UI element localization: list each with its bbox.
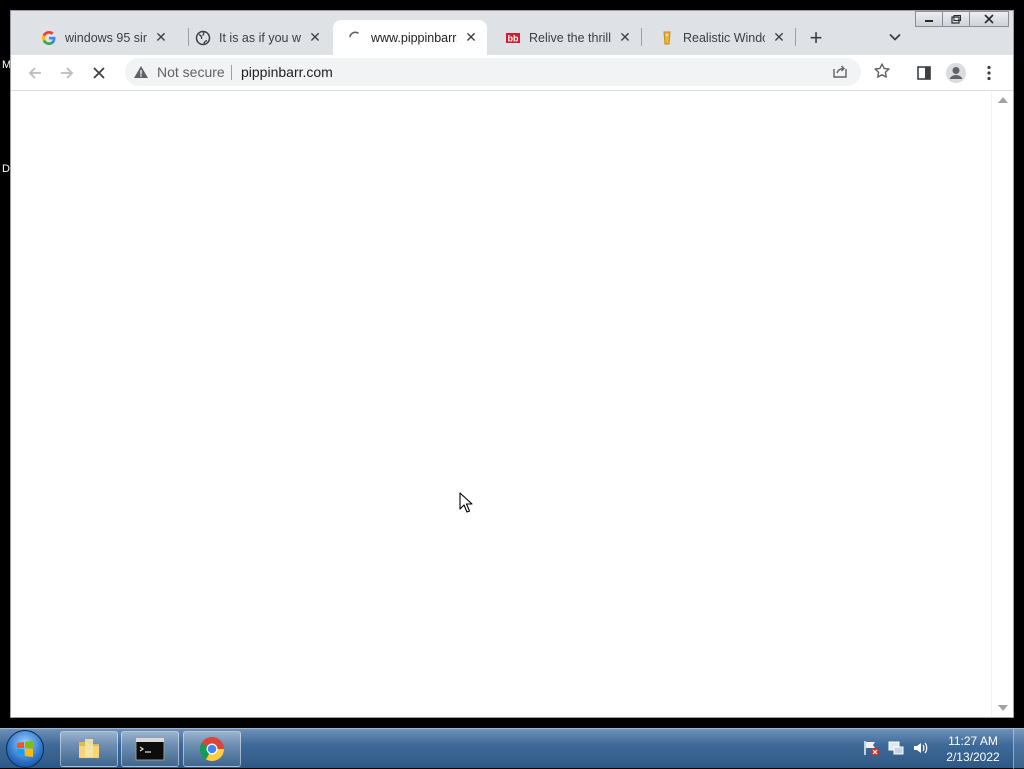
omnibox-divider bbox=[231, 65, 232, 80]
browser-toolbar: Not secure pippinbarr.com bbox=[11, 55, 1013, 90]
tab-separator bbox=[641, 28, 642, 46]
loading-spinner-icon bbox=[347, 30, 363, 46]
taskbar-chrome[interactable] bbox=[183, 731, 241, 767]
bookmark-star-icon[interactable] bbox=[873, 62, 891, 85]
gold-tag-icon bbox=[659, 30, 675, 46]
tab-title: www.pippinbarr. bbox=[371, 30, 457, 45]
scroll-down-arrow-icon[interactable] bbox=[998, 705, 1008, 711]
vertical-scrollbar[interactable] bbox=[991, 91, 1013, 717]
side-panel-button[interactable] bbox=[910, 59, 938, 87]
share-icon[interactable] bbox=[831, 62, 849, 85]
tab-title: It is as if you wer bbox=[219, 30, 301, 45]
bb-logo-icon: bb bbox=[505, 30, 521, 46]
window-controls bbox=[915, 11, 1009, 27]
tab-separator bbox=[795, 28, 796, 46]
close-window-button[interactable] bbox=[969, 11, 1009, 27]
system-clock[interactable]: 11:27 AM 2/13/2022 bbox=[936, 733, 1010, 765]
system-tray bbox=[862, 739, 930, 757]
tab-relive-thrill[interactable]: bb Relive the thrill o ✕ bbox=[491, 20, 641, 55]
close-icon[interactable]: ✕ bbox=[307, 29, 323, 46]
close-icon bbox=[984, 14, 994, 24]
taskbar-file-explorer[interactable] bbox=[60, 731, 118, 767]
tab-as-if[interactable]: It is as if you wer ✕ bbox=[181, 20, 331, 55]
cmd-icon bbox=[135, 737, 165, 761]
minimize-button[interactable] bbox=[915, 11, 943, 27]
security-status[interactable]: Not secure bbox=[157, 64, 225, 80]
taskbar-command-prompt[interactable] bbox=[121, 731, 179, 767]
stop-loading-button[interactable] bbox=[85, 59, 113, 87]
desktop-icon-label: D bbox=[2, 163, 10, 175]
tab-title: Relive the thrill o bbox=[529, 30, 611, 45]
scroll-up-arrow-icon[interactable] bbox=[998, 97, 1008, 103]
tab-realistic-window[interactable]: Realistic Window ✕ bbox=[645, 20, 795, 55]
chrome-icon bbox=[199, 737, 224, 762]
tab-pippinbarr[interactable]: www.pippinbarr. ✕ bbox=[333, 20, 487, 55]
network-icon[interactable] bbox=[887, 739, 905, 757]
windows-logo-icon bbox=[17, 741, 33, 757]
folder-icon bbox=[79, 739, 99, 758]
tab-search-button[interactable] bbox=[883, 25, 907, 49]
forward-button[interactable] bbox=[53, 59, 81, 87]
close-icon[interactable]: ✕ bbox=[153, 29, 169, 46]
profile-button[interactable] bbox=[942, 59, 970, 87]
svg-text:bb: bb bbox=[508, 33, 519, 43]
action-center-flag-icon[interactable] bbox=[862, 739, 880, 757]
mouse-cursor-icon bbox=[459, 492, 473, 513]
browser-window: windows 95 simu ✕ It is as if you wer ✕ … bbox=[10, 10, 1014, 718]
warning-icon[interactable] bbox=[133, 64, 149, 85]
globe-icon bbox=[195, 30, 211, 46]
close-icon[interactable]: ✕ bbox=[463, 29, 479, 46]
arrow-left-icon bbox=[28, 67, 41, 79]
side-panel-icon bbox=[917, 66, 931, 80]
address-bar[interactable]: Not secure pippinbarr.com bbox=[125, 58, 890, 86]
start-button[interactable] bbox=[6, 730, 44, 768]
show-desktop-button[interactable] bbox=[1013, 729, 1024, 769]
maximize-button[interactable] bbox=[942, 11, 970, 27]
clock-date: 2/13/2022 bbox=[946, 750, 1000, 764]
close-icon[interactable]: ✕ bbox=[617, 29, 633, 46]
google-g-icon bbox=[41, 30, 57, 46]
close-icon[interactable]: ✕ bbox=[771, 29, 787, 46]
tab-title: windows 95 simu bbox=[65, 30, 147, 45]
chevron-down-icon bbox=[889, 33, 901, 41]
taskbar: 11:27 AM 2/13/2022 bbox=[0, 728, 1024, 769]
stop-icon bbox=[93, 67, 105, 79]
tab-windows95-search[interactable]: windows 95 simu ✕ bbox=[27, 20, 177, 55]
restore-icon bbox=[951, 14, 961, 24]
minimize-icon bbox=[925, 20, 933, 22]
arrow-right-icon bbox=[61, 67, 74, 79]
menu-button[interactable] bbox=[975, 59, 1003, 87]
avatar-icon bbox=[946, 63, 966, 83]
back-button[interactable] bbox=[21, 59, 49, 87]
tab-strip: windows 95 simu ✕ It is as if you wer ✕ … bbox=[11, 11, 1013, 57]
url-text[interactable]: pippinbarr.com bbox=[241, 64, 333, 80]
tab-title: Realistic Window bbox=[683, 30, 765, 45]
volume-icon[interactable] bbox=[912, 739, 930, 757]
clock-time: 11:27 AM bbox=[948, 734, 998, 748]
page-content[interactable] bbox=[11, 91, 991, 717]
new-tab-button[interactable]: + bbox=[803, 25, 829, 51]
more-vert-icon bbox=[987, 65, 991, 81]
